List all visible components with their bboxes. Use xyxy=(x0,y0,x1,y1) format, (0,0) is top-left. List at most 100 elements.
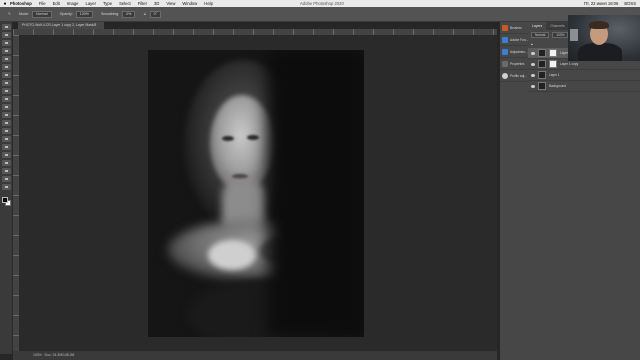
layer-name[interactable]: Layer 1 xyxy=(549,73,560,77)
menu-3d[interactable]: 3D xyxy=(154,1,159,6)
menu-app[interactable]: Photoshop xyxy=(10,1,32,6)
panel-properties[interactable]: Properties xyxy=(500,58,528,70)
smoothing-input[interactable]: 0% xyxy=(122,10,136,18)
menu-help[interactable]: Help xyxy=(204,1,213,6)
gradient-tool-icon[interactable] xyxy=(2,120,11,126)
document-canvas-photo[interactable] xyxy=(148,50,364,337)
menu-select[interactable]: Select xyxy=(119,1,131,6)
angle-control[interactable]: ∠ 0° xyxy=(143,10,162,18)
layer-mask-thumbnail[interactable] xyxy=(549,49,557,57)
panel-adobe-fonts-label: Adobe Fon... xyxy=(510,37,529,42)
layers-panel: Layers Channels Paths Normal 100% 🔒︎ Lay… xyxy=(528,22,640,360)
layer-thumbnail[interactable] xyxy=(538,82,546,90)
opacity-input[interactable]: 100% xyxy=(75,10,93,18)
options-bar: ✎ Mode: Normal Opacity: 100% Smoothing: … xyxy=(0,7,640,22)
blend-mode-select[interactable]: Normal xyxy=(531,31,550,38)
visibility-eye-icon[interactable] xyxy=(531,73,535,77)
menu-window[interactable]: Window xyxy=(182,1,197,6)
layer-opacity-input[interactable]: 100% xyxy=(552,31,569,38)
collapsed-panels: Brushes Adobe Fon... Adjustmen... Proper… xyxy=(500,22,528,360)
webcam-person-body xyxy=(578,43,622,61)
menu-view[interactable]: View xyxy=(166,1,175,6)
menu-file[interactable]: File xyxy=(39,1,46,6)
menubar-clock[interactable]: Пт, 22 июня 16:06 xyxy=(584,1,618,6)
layer-thumbnail[interactable] xyxy=(538,71,546,79)
menu-type[interactable]: Type xyxy=(103,1,112,6)
webcam-person-hair xyxy=(589,21,609,29)
panel-adobe-fonts[interactable]: Adobe Fon... xyxy=(500,34,528,46)
hand-tool-icon[interactable] xyxy=(2,176,11,182)
menu-edit[interactable]: Edit xyxy=(53,1,60,6)
layer-name[interactable]: Background xyxy=(549,84,566,88)
mode-control[interactable]: Mode: Normal xyxy=(19,10,52,18)
layer-name[interactable]: Layer 1 copy xyxy=(560,62,578,66)
healing-tool-icon[interactable] xyxy=(2,80,11,86)
brushes-icon xyxy=(502,24,508,31)
layer-mask-thumbnail[interactable] xyxy=(549,60,557,68)
pen-tool-icon[interactable] xyxy=(2,144,11,150)
smoothing-control[interactable]: Smoothing: 0% xyxy=(101,10,136,18)
apple-icon[interactable]: ● xyxy=(0,1,10,7)
window-title: Adobe Photoshop 2020 xyxy=(300,1,344,6)
properties-icon xyxy=(502,60,508,67)
photo-left-eye xyxy=(222,136,234,141)
foreground-color-swatch[interactable] xyxy=(2,197,8,203)
mode-select[interactable]: Normal xyxy=(32,10,52,18)
tab-channels[interactable]: Channels xyxy=(546,22,568,30)
tab-layers[interactable]: Layers xyxy=(528,22,547,30)
visibility-eye-icon[interactable] xyxy=(531,84,535,88)
frame-tool-icon[interactable] xyxy=(2,64,11,70)
zoom-tool-icon[interactable] xyxy=(2,184,11,190)
panel-adjustments[interactable]: Adjustmen... xyxy=(500,46,528,58)
eyedropper-tool-icon[interactable] xyxy=(2,72,11,78)
blur-tool-icon[interactable] xyxy=(2,128,11,134)
adobe-fonts-icon xyxy=(502,36,508,43)
visibility-eye-icon[interactable] xyxy=(531,62,535,66)
layer-thumbnail[interactable] xyxy=(538,49,546,57)
menu-image[interactable]: Image xyxy=(67,1,79,6)
brush-tool-icon[interactable] xyxy=(2,88,11,94)
panel-profile[interactable]: Profile adj... xyxy=(500,70,528,82)
photo-shadow xyxy=(268,50,364,337)
history-brush-tool-icon[interactable] xyxy=(2,104,11,110)
marquee-tool-icon[interactable] xyxy=(2,32,11,38)
adjustments-icon xyxy=(502,48,508,55)
type-tool-icon[interactable] xyxy=(2,152,11,158)
quick-select-tool-icon[interactable] xyxy=(2,48,11,54)
opacity-label: Opacity: xyxy=(59,12,73,16)
angle-icon: ∠ xyxy=(143,12,147,16)
profile-icon xyxy=(502,72,508,79)
shape-tool-icon[interactable] xyxy=(2,168,11,174)
menubar-user[interactable]: BOSS xyxy=(624,1,636,6)
visibility-eye-icon[interactable] xyxy=(531,51,535,55)
move-tool-icon[interactable] xyxy=(2,24,11,30)
document-tab[interactable]: PHOTO-Wolf-4.CR-Layer 1 copy 2, Layer Ma… xyxy=(18,22,104,29)
status-bar: 100% · Doc: 24.3M/148.2M xyxy=(13,351,497,360)
webcam-overlay xyxy=(568,15,640,61)
menu-layer[interactable]: Layer xyxy=(85,1,95,6)
tools-panel xyxy=(0,22,13,354)
lasso-tool-icon[interactable] xyxy=(2,40,11,46)
layer-thumbnail[interactable] xyxy=(538,60,546,68)
panel-adjustments-label: Adjustmen... xyxy=(510,49,528,54)
menu-bar: ● Photoshop File Edit Image Layer Type S… xyxy=(0,0,640,7)
eraser-tool-icon[interactable] xyxy=(2,112,11,118)
panel-brushes[interactable]: Brushes xyxy=(500,22,528,34)
brush-tool-icon[interactable]: ✎ xyxy=(8,12,11,16)
menu-filter[interactable]: Filter xyxy=(138,1,147,6)
panel-brushes-label: Brushes xyxy=(510,25,522,30)
clone-stamp-tool-icon[interactable] xyxy=(2,96,11,102)
angle-input[interactable]: 0° xyxy=(149,10,162,18)
lock-icon[interactable]: 🔒︎ xyxy=(531,42,533,46)
mode-label: Mode: xyxy=(19,12,30,16)
opacity-control[interactable]: Opacity: 100% xyxy=(59,10,93,18)
webcam-monitor xyxy=(570,29,578,41)
photo-mouth xyxy=(232,174,248,179)
path-select-tool-icon[interactable] xyxy=(2,160,11,166)
crop-tool-icon[interactable] xyxy=(2,56,11,62)
dodge-tool-icon[interactable] xyxy=(2,136,11,142)
panel-properties-label: Properties xyxy=(510,61,525,66)
layer-row[interactable]: Layer 1 xyxy=(528,70,640,81)
smoothing-label: Smoothing: xyxy=(101,12,120,16)
layer-row[interactable]: Background xyxy=(528,81,640,92)
